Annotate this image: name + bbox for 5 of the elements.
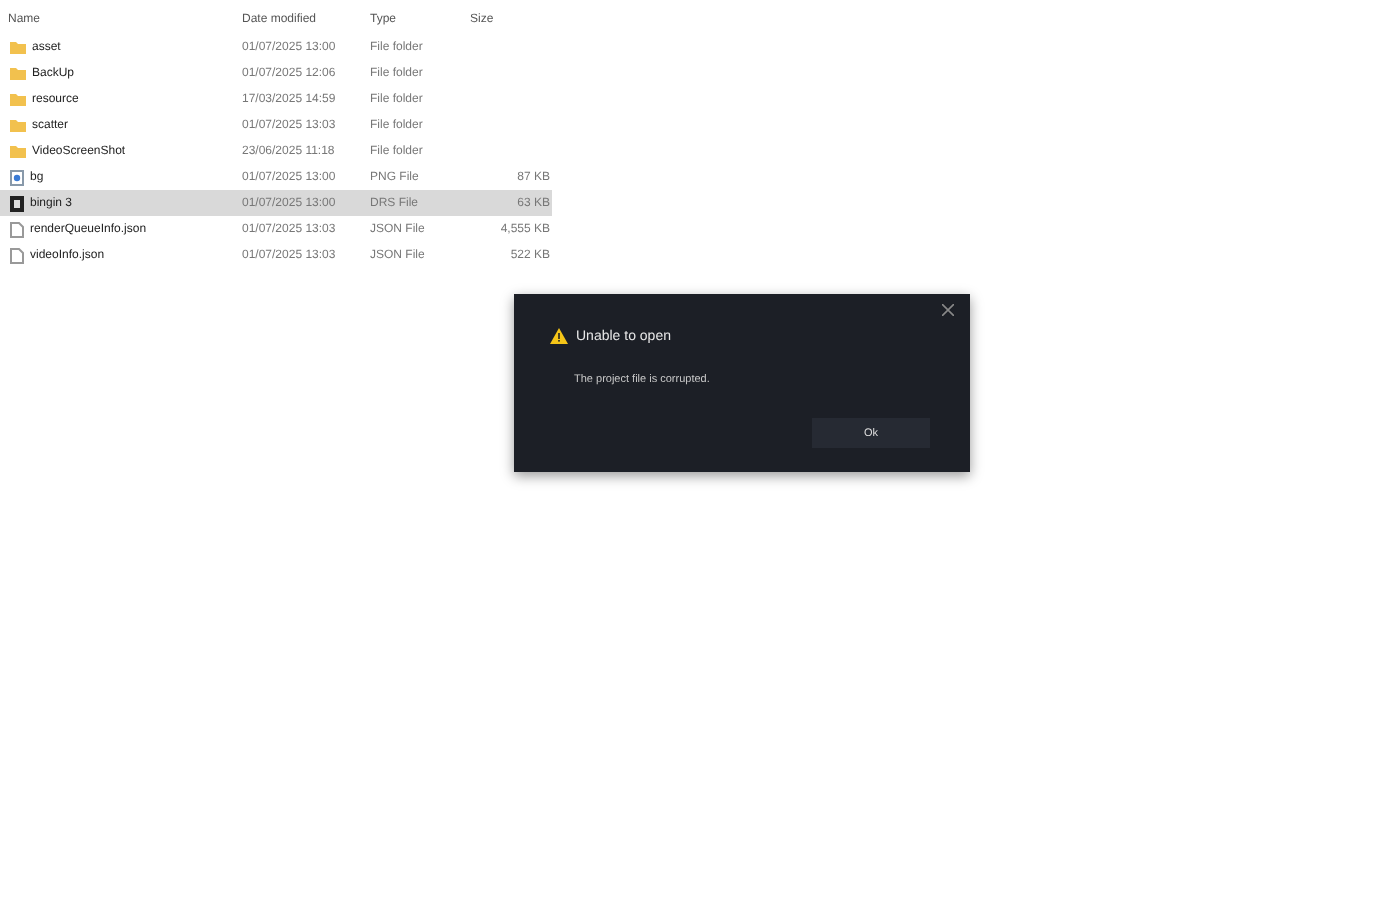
project-file-icon xyxy=(10,195,24,211)
close-button[interactable] xyxy=(938,300,958,320)
close-icon xyxy=(942,304,954,316)
image-file-icon xyxy=(10,169,24,185)
warning-icon xyxy=(550,328,568,344)
